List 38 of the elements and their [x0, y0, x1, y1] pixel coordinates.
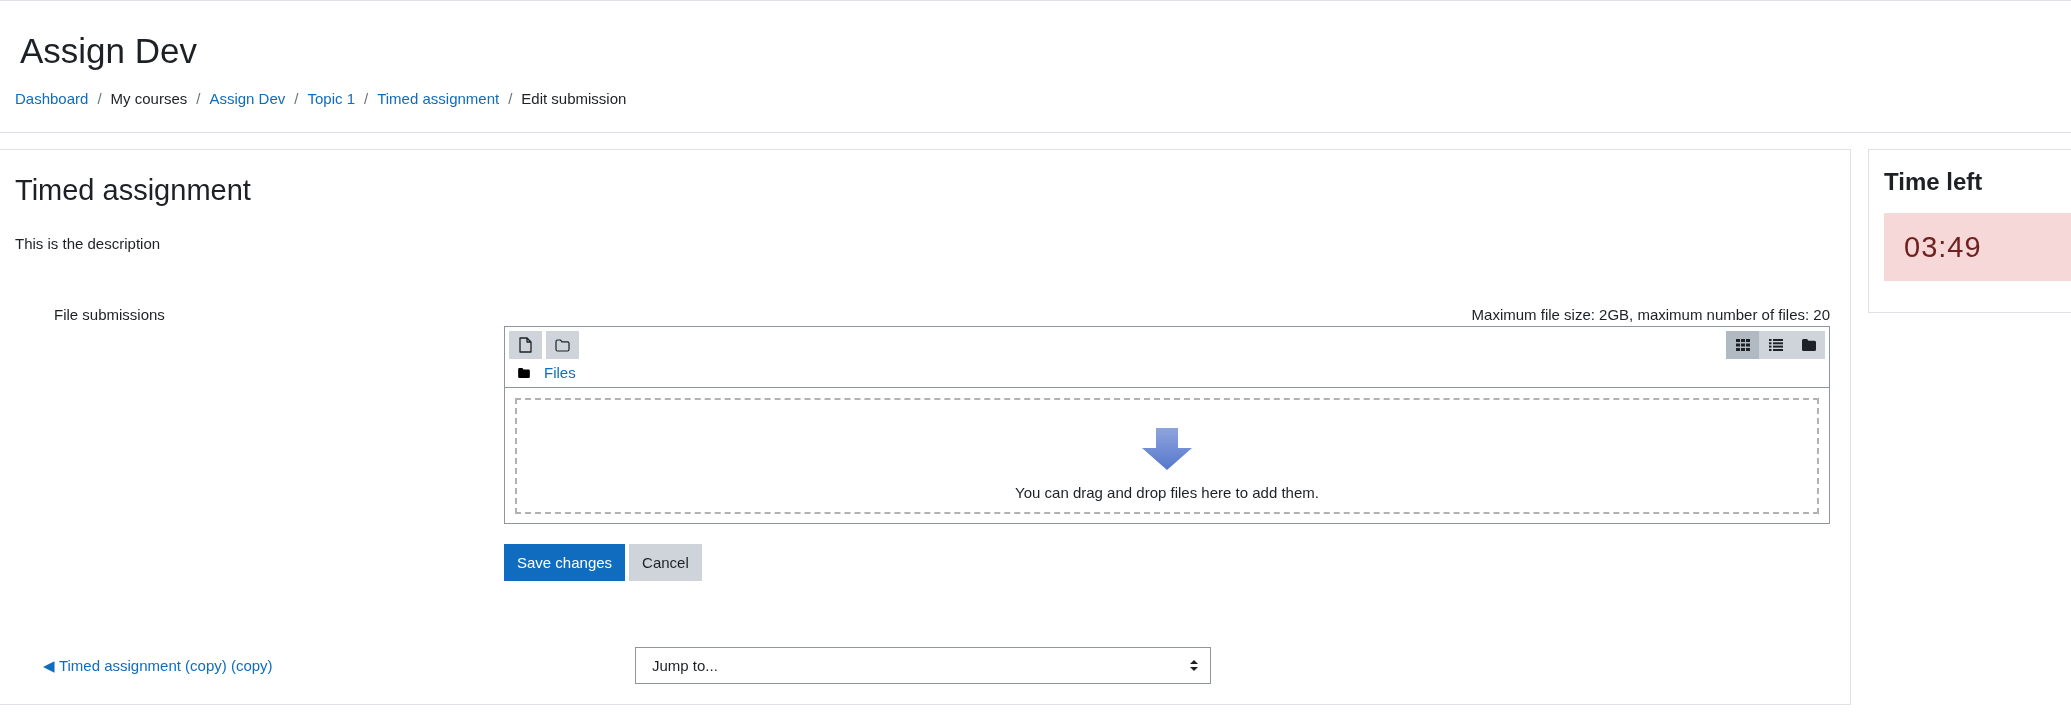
course-title: Assign Dev — [20, 30, 199, 72]
assignment-description: This is the description — [15, 235, 162, 252]
cancel-button[interactable]: Cancel — [629, 544, 702, 581]
breadcrumb-separator: / — [508, 90, 513, 107]
assignment-title: Timed assignment — [15, 173, 252, 208]
time-remaining: 03:49 — [1884, 213, 2071, 281]
view-mode-button[interactable] — [1726, 331, 1759, 359]
down-arrow-icon — [1142, 428, 1192, 470]
view-mode-button[interactable] — [1759, 331, 1792, 359]
breadcrumb-separator: / — [364, 90, 369, 107]
file-icon — [519, 337, 532, 353]
drop-zone[interactable]: You can drag and drop files here to add them. — [515, 398, 1819, 514]
breadcrumb-link[interactable]: Dashboard — [15, 90, 89, 107]
create-folder-button[interactable] — [546, 331, 579, 359]
add-file-button[interactable] — [509, 331, 542, 359]
breadcrumb-separator: / — [294, 90, 299, 107]
folder-icon — [1801, 339, 1816, 351]
select-caret-icon — [1190, 660, 1198, 671]
file-limits-text: Maximum file size: 2GB, maximum number of files: 20 — [1470, 306, 1830, 324]
folder-path-link[interactable]: Files — [544, 364, 576, 381]
folder-icon — [555, 338, 570, 352]
breadcrumb-separator: / — [196, 90, 201, 107]
grid-icon — [1735, 339, 1750, 351]
breadcrumb-link[interactable]: Timed assignment — [377, 90, 500, 107]
view-mode-button[interactable] — [1792, 331, 1825, 359]
breadcrumb-link[interactable]: Assign Dev — [209, 90, 286, 107]
field-label: File submissions — [53, 306, 166, 325]
drop-zone-hint: You can drag and drop files here to add them. — [1015, 484, 1319, 501]
breadcrumb-text: My courses — [110, 90, 188, 107]
save-button[interactable]: Save changes — [504, 544, 626, 581]
folder-icon — [518, 367, 530, 378]
timer-title: Time left — [1884, 167, 1984, 197]
breadcrumb-text: Edit submission — [521, 90, 627, 107]
jump-to-select[interactable]: Jump to... — [635, 647, 1211, 684]
previous-activity-link[interactable]: ◀ Timed assignment (copy) (copy) — [15, 656, 635, 675]
list-icon — [1768, 339, 1783, 351]
breadcrumb-link[interactable]: Topic 1 — [307, 90, 355, 107]
breadcrumb-separator: / — [97, 90, 102, 107]
